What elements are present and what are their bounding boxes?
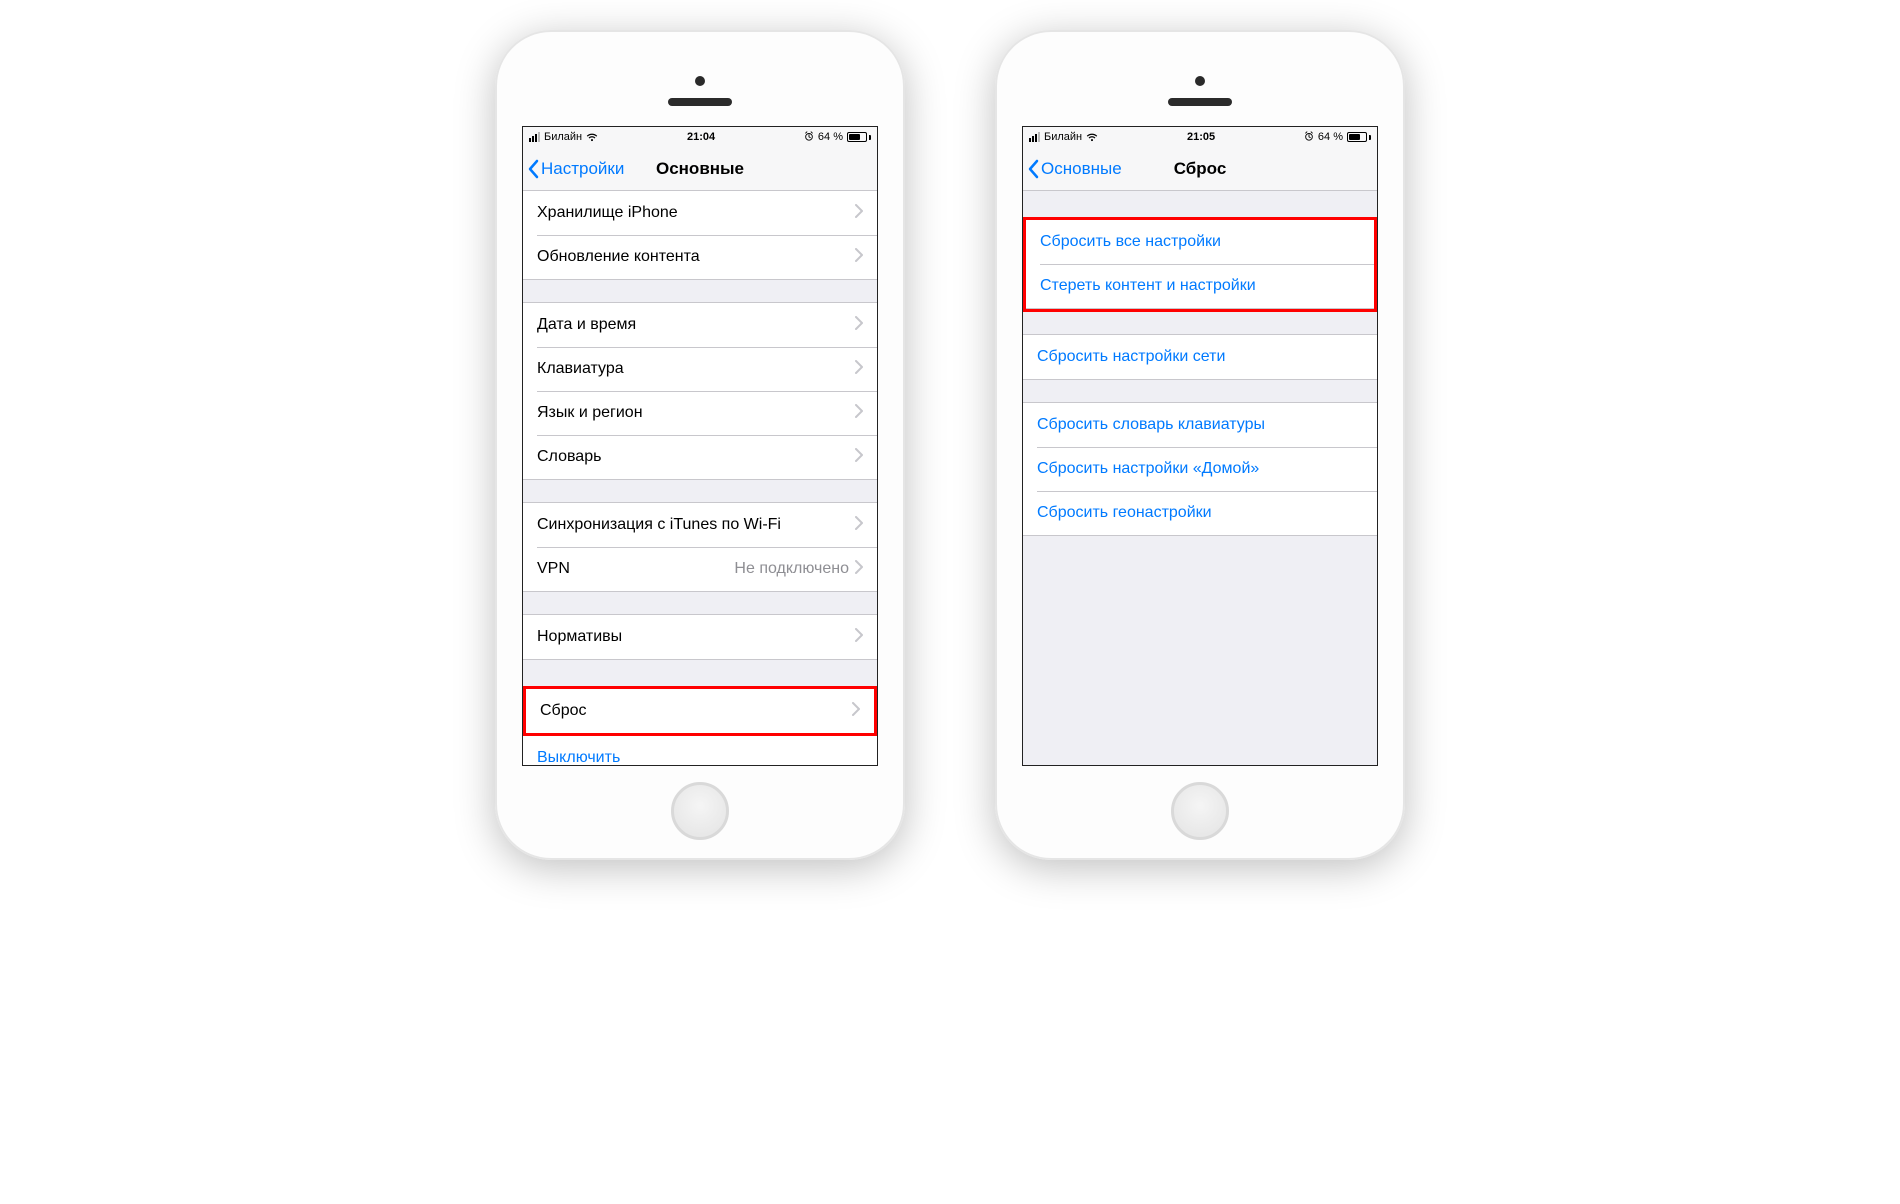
row-label: Обновление контента xyxy=(537,248,855,266)
chevron-left-icon xyxy=(527,159,539,179)
row-dictionary[interactable]: Словарь xyxy=(523,435,877,479)
chevron-right-icon xyxy=(855,248,863,267)
chevron-right-icon xyxy=(852,702,860,721)
row-label: Синхронизация с iTunes по Wi-Fi xyxy=(537,516,855,534)
clock-label: 21:05 xyxy=(1187,131,1215,143)
row-value: Не подключено xyxy=(734,560,849,578)
back-label: Настройки xyxy=(541,159,624,179)
phone-speaker xyxy=(668,98,732,106)
highlight-reset-erase: Сбросить все настройки Стереть контент и… xyxy=(1023,217,1377,312)
signal-bars-icon xyxy=(1029,132,1040,142)
row-label: Сбросить геонастройки xyxy=(1037,504,1363,522)
wifi-icon xyxy=(586,133,598,142)
highlight-reset: Сброс xyxy=(523,686,877,736)
alarm-icon xyxy=(804,131,814,144)
row-background-refresh[interactable]: Обновление контента xyxy=(523,235,877,279)
reset-list: Сбросить все настройки Стереть контент и… xyxy=(1023,191,1377,765)
row-vpn[interactable]: VPN Не подключено xyxy=(523,547,877,591)
row-label: Сбросить словарь клавиатуры xyxy=(1037,416,1363,434)
row-reset-location[interactable]: Сбросить геонастройки xyxy=(1023,491,1377,535)
battery-icon xyxy=(847,132,871,142)
chevron-right-icon xyxy=(855,628,863,647)
back-label: Основные xyxy=(1041,159,1122,179)
back-button[interactable]: Основные xyxy=(1023,159,1122,179)
row-reset-all-settings[interactable]: Сбросить все настройки xyxy=(1026,220,1374,264)
navigation-bar: Основные Сброс xyxy=(1023,147,1377,191)
alarm-icon xyxy=(1304,131,1314,144)
row-date-time[interactable]: Дата и время xyxy=(523,303,877,347)
row-keyboard[interactable]: Клавиатура xyxy=(523,347,877,391)
phone-speaker xyxy=(1168,98,1232,106)
row-reset-home-layout[interactable]: Сбросить настройки «Домой» xyxy=(1023,447,1377,491)
row-label: VPN xyxy=(537,560,734,578)
chevron-right-icon xyxy=(855,516,863,535)
row-regulatory[interactable]: Нормативы xyxy=(523,615,877,659)
row-language-region[interactable]: Язык и регион xyxy=(523,391,877,435)
carrier-label: Билайн xyxy=(544,131,582,143)
row-label: Сбросить все настройки xyxy=(1040,233,1360,251)
row-label: Хранилище iPhone xyxy=(537,204,855,222)
row-label: Сбросить настройки сети xyxy=(1037,348,1363,366)
row-storage[interactable]: Хранилище iPhone xyxy=(523,191,877,235)
clock-label: 21:04 xyxy=(687,131,715,143)
navigation-bar: Настройки Основные xyxy=(523,147,877,191)
row-reset[interactable]: Сброс xyxy=(526,689,874,733)
settings-list: Хранилище iPhone Обновление контента Дат… xyxy=(523,191,877,765)
phone-mockup-right: Билайн 21:05 64 % xyxy=(995,30,1405,860)
chevron-left-icon xyxy=(1027,159,1039,179)
row-label: Выключить xyxy=(537,749,863,765)
battery-percent-label: 64 % xyxy=(1318,131,1343,143)
row-reset-network[interactable]: Сбросить настройки сети xyxy=(1023,335,1377,379)
battery-percent-label: 64 % xyxy=(818,131,843,143)
carrier-label: Билайн xyxy=(1044,131,1082,143)
home-button[interactable] xyxy=(1171,782,1229,840)
row-label: Стереть контент и настройки xyxy=(1040,277,1360,295)
chevron-right-icon xyxy=(855,360,863,379)
signal-bars-icon xyxy=(529,132,540,142)
phone-mockup-left: Билайн 21:04 64 % xyxy=(495,30,905,860)
row-label: Язык и регион xyxy=(537,404,855,422)
row-reset-keyboard-dict[interactable]: Сбросить словарь клавиатуры xyxy=(1023,403,1377,447)
chevron-right-icon xyxy=(855,448,863,467)
row-label: Дата и время xyxy=(537,316,855,334)
chevron-right-icon xyxy=(855,204,863,223)
chevron-right-icon xyxy=(855,316,863,335)
chevron-right-icon xyxy=(855,560,863,579)
status-bar: Билайн 21:05 64 % xyxy=(1023,127,1377,147)
row-label: Клавиатура xyxy=(537,360,855,378)
wifi-icon xyxy=(1086,133,1098,142)
row-shutdown[interactable]: Выключить xyxy=(523,736,877,765)
screen-left: Билайн 21:04 64 % xyxy=(522,126,878,766)
row-label: Нормативы xyxy=(537,628,855,646)
row-label: Сброс xyxy=(540,702,852,720)
row-erase-content[interactable]: Стереть контент и настройки xyxy=(1026,264,1374,308)
home-button[interactable] xyxy=(671,782,729,840)
status-bar: Билайн 21:04 64 % xyxy=(523,127,877,147)
row-itunes-wifi-sync[interactable]: Синхронизация с iTunes по Wi-Fi xyxy=(523,503,877,547)
row-label: Сбросить настройки «Домой» xyxy=(1037,460,1363,478)
row-label: Словарь xyxy=(537,448,855,466)
chevron-right-icon xyxy=(855,404,863,423)
screen-right: Билайн 21:05 64 % xyxy=(1022,126,1378,766)
battery-icon xyxy=(1347,132,1371,142)
back-button[interactable]: Настройки xyxy=(523,159,624,179)
